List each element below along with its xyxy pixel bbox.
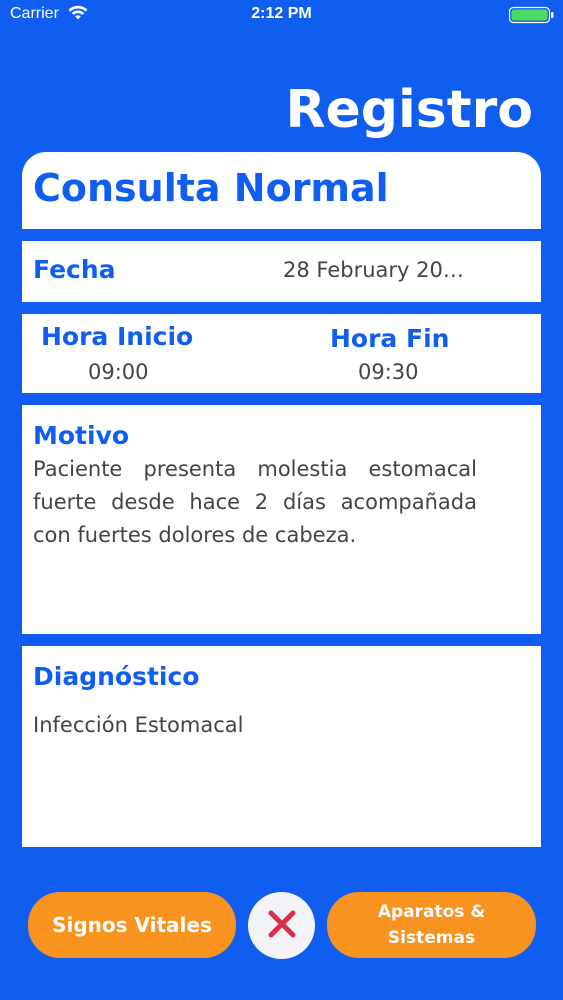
consulta-title: Consulta Normal <box>33 166 389 210</box>
close-button[interactable] <box>248 892 315 959</box>
fecha-label: Fecha <box>33 255 116 284</box>
signos-vitales-button[interactable]: Signos Vitales <box>28 892 236 958</box>
motivo-text[interactable]: Paciente presenta molestia estomacal fue… <box>33 453 477 552</box>
page-title: Registro <box>285 80 533 140</box>
hora-inicio-label: Hora Inicio <box>41 322 194 351</box>
motivo-section[interactable]: Motivo Paciente presenta molestia estoma… <box>22 405 541 634</box>
fecha-row[interactable]: Fecha 28 February 20… <box>22 241 541 302</box>
fecha-value[interactable]: 28 February 20… <box>283 258 523 282</box>
battery-icon <box>508 6 557 28</box>
hora-row: Hora Inicio 09:00 Hora Fin 09:30 <box>22 314 541 393</box>
close-icon <box>267 909 297 942</box>
consulta-header: Consulta Normal <box>22 152 541 229</box>
hora-fin-value[interactable]: 09:30 <box>358 360 419 384</box>
aparatos-sistemas-button[interactable]: Aparatos & Sistemas <box>327 892 536 958</box>
hora-fin-label: Hora Fin <box>330 324 450 353</box>
motivo-label: Motivo <box>33 421 130 450</box>
diagnostico-text[interactable]: Infección Estomacal <box>33 713 243 737</box>
status-time: 2:12 PM <box>251 5 312 22</box>
hora-inicio-value[interactable]: 09:00 <box>88 360 149 384</box>
diagnostico-label: Diagnóstico <box>33 662 200 691</box>
diagnostico-section[interactable]: Diagnóstico Infección Estomacal <box>22 646 541 847</box>
status-bar: Carrier 2:12 PM <box>0 0 563 30</box>
